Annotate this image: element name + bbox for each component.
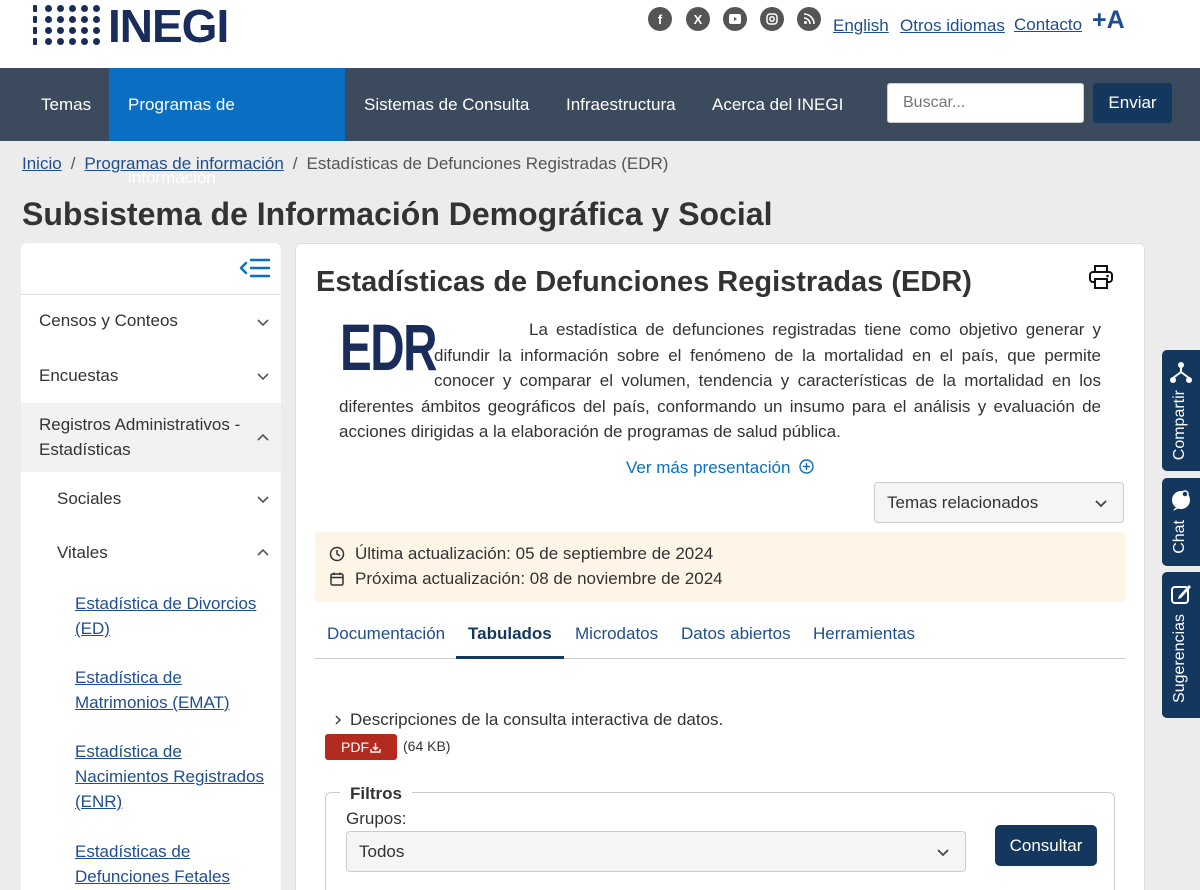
calendar-icon <box>330 572 344 586</box>
tab-herramientas[interactable]: Herramientas <box>801 614 927 659</box>
ultima-actualizacion: Última actualización: 05 de septiembre d… <box>329 544 713 564</box>
update-info-box: Última actualización: 05 de septiembre d… <box>315 532 1125 602</box>
nav-item-temas[interactable]: Temas <box>22 68 110 141</box>
descripcion-text: Descripciones de la consulta interactiva… <box>350 710 724 729</box>
contacto-link[interactable]: Contacto <box>1014 15 1082 35</box>
descripcion-toggle[interactable]: Descripciones de la consulta interactiva… <box>332 710 723 730</box>
sidebar-item-label: Vitales <box>57 543 108 562</box>
chevron-down-icon <box>937 849 949 857</box>
feedback-icon <box>1171 585 1191 604</box>
english-link[interactable]: English <box>833 16 889 36</box>
main-nav: Temas Programas de información Sistemas … <box>0 68 1200 187</box>
pdf-download-button[interactable]: PDF <box>325 734 397 760</box>
pdf-label: PDF <box>341 739 369 755</box>
clock-icon <box>329 546 345 562</box>
grupos-label: Grupos: <box>346 809 407 828</box>
grupos-value: Todos <box>359 842 405 861</box>
sidebar-link-matrimonios[interactable]: Estadística de Matrimonios (EMAT) <box>75 665 275 715</box>
main-content: Estadísticas de Defunciones Registradas … <box>295 243 1145 890</box>
rss-icon[interactable] <box>797 7 821 31</box>
inegi-logo[interactable]: INEGI <box>33 0 229 52</box>
breadcrumb-current: Estadísticas de Defunciones Registradas … <box>306 154 669 173</box>
chevron-down-icon <box>1095 500 1107 508</box>
content-tabs: Documentación Tabulados Microdatos Datos… <box>315 614 1125 659</box>
grupos-select[interactable]: Todos <box>346 831 966 872</box>
sidebar: Censos y Conteos Encuestas Registros Adm… <box>21 243 281 890</box>
filtros-panel: Filtros Grupos: Todos Consultar <box>325 784 1115 890</box>
chevron-up-icon <box>257 433 269 441</box>
chevron-up-icon <box>257 548 269 556</box>
search-button[interactable]: Enviar <box>1093 83 1172 123</box>
tab-datos-abiertos[interactable]: Datos abiertos <box>669 614 803 659</box>
logo-mark <box>33 5 102 47</box>
ver-mas-link[interactable]: Ver más presentación <box>626 458 814 478</box>
sidebar-item-label: Registros Administrativos - Estadísticas <box>39 415 241 459</box>
font-size-toggle[interactable]: +A <box>1092 6 1125 35</box>
print-icon[interactable] <box>1088 264 1114 290</box>
chevron-down-icon <box>257 373 269 381</box>
sugerencias-tab[interactable]: Sugerencias <box>1162 572 1200 718</box>
intro-paragraph: La estadística de defunciones registrada… <box>339 320 1101 441</box>
chevron-down-icon <box>257 319 269 327</box>
nav-item-programas[interactable]: Programas de información <box>109 68 345 187</box>
breadcrumb-separator: / <box>70 154 76 173</box>
sidebar-item-censos[interactable]: Censos y Conteos <box>21 295 281 349</box>
tab-tabulados[interactable]: Tabulados <box>456 614 564 659</box>
nav-item-acerca[interactable]: Acerca del INEGI <box>693 68 862 141</box>
facebook-icon[interactable]: f <box>648 7 672 31</box>
breadcrumb-separator: / <box>292 154 298 173</box>
breadcrumb-inicio[interactable]: Inicio <box>22 154 62 173</box>
filtros-legend: Filtros <box>340 784 412 804</box>
sidebar-item-registros[interactable]: Registros Administrativos - Estadísticas <box>21 403 281 472</box>
otros-idiomas-link[interactable]: Otros idiomas <box>900 16 1005 36</box>
breadcrumb: Inicio / Programas de información / Estadíst… <box>22 154 668 174</box>
x-icon[interactable]: X <box>686 7 710 31</box>
compartir-tab[interactable]: Compartir <box>1162 350 1200 471</box>
sidebar-item-sociales[interactable]: Sociales <box>21 472 281 526</box>
sidebar-link-divorcios[interactable]: Estadística de Divorcios (ED) <box>75 591 275 641</box>
sugerencias-label: Sugerencias <box>1171 614 1188 703</box>
tab-documentacion[interactable]: Documentación <box>315 614 457 659</box>
ver-mas-label: Ver más presentación <box>626 458 791 477</box>
youtube-icon[interactable] <box>723 7 747 31</box>
logo-text: INEGI <box>108 0 229 52</box>
instagram-icon[interactable] <box>760 7 784 31</box>
page-title: Subsistema de Información Demográfica y … <box>22 196 773 232</box>
temas-relacionados-label: Temas relacionados <box>887 493 1039 512</box>
sidebar-item-label: Encuestas <box>39 366 119 385</box>
proxima-actualizacion: Próxima actualización: 08 de noviembre d… <box>329 569 723 589</box>
sidebar-item-label: Censos y Conteos <box>39 311 178 330</box>
chat-tab[interactable]: Chat <box>1162 478 1200 566</box>
sidebar-item-label: Sociales <box>57 489 122 508</box>
plus-circle-icon <box>799 459 814 474</box>
chevron-down-icon <box>257 496 269 504</box>
chat-label: Chat <box>1171 520 1188 554</box>
ultima-actualizacion-text: Última actualización: 05 de septiembre d… <box>355 544 714 563</box>
chat-icon <box>1172 490 1190 511</box>
download-icon <box>370 743 381 753</box>
sidebar-item-vitales[interactable]: Vitales <box>21 526 281 580</box>
pdf-size: (64 KB) <box>403 738 451 754</box>
sidebar-item-encuestas[interactable]: Encuestas <box>21 349 281 403</box>
content-title: Estadísticas de Defunciones Registradas … <box>316 266 972 298</box>
consultar-button[interactable]: Consultar <box>995 825 1097 866</box>
nav-item-sistemas[interactable]: Sistemas de Consulta <box>345 68 548 141</box>
sidebar-link-defunciones-fetales[interactable]: Estadísticas de Defunciones Fetales <box>75 839 275 889</box>
proxima-actualizacion-text: Próxima actualización: 08 de noviembre d… <box>355 569 723 588</box>
search-input[interactable] <box>887 83 1084 123</box>
collapse-sidebar-icon[interactable] <box>239 255 271 281</box>
compartir-label: Compartir <box>1171 390 1188 461</box>
tab-microdatos[interactable]: Microdatos <box>563 614 670 659</box>
nav-item-infraestructura[interactable]: Infraestructura <box>547 68 695 141</box>
sidebar-link-nacimientos[interactable]: Estadística de Nacimientos Registrados (… <box>75 739 275 814</box>
temas-relacionados-select[interactable]: Temas relacionados <box>874 482 1124 523</box>
share-icon <box>1170 362 1192 383</box>
breadcrumb-programas[interactable]: Programas de información <box>84 154 283 173</box>
chevron-right-icon <box>335 715 342 725</box>
top-header: INEGI f X English Otros idiomas Contacto… <box>0 0 1200 68</box>
